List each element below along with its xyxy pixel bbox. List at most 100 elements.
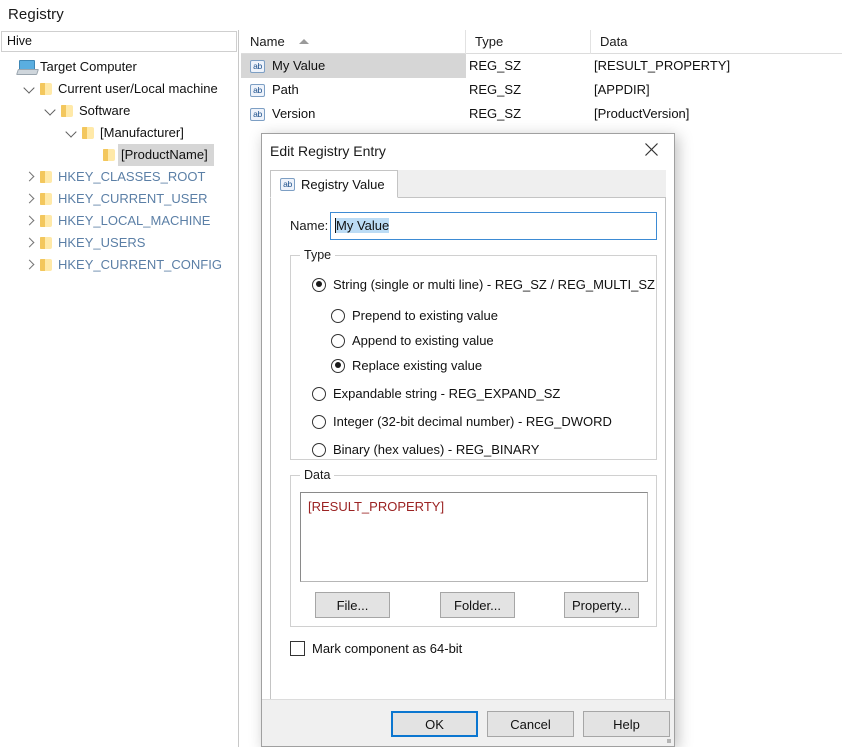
folder-icon bbox=[38, 192, 55, 206]
type-radio-label: Expandable string - REG_EXPAND_SZ bbox=[333, 386, 561, 401]
tree-item[interactable]: HKEY_CLASSES_ROOT bbox=[0, 166, 238, 188]
cancel-button[interactable]: Cancel bbox=[487, 711, 574, 737]
chevron-right-icon[interactable] bbox=[21, 188, 38, 210]
folder-icon bbox=[38, 214, 55, 228]
type-groupbox-title: Type bbox=[300, 248, 336, 262]
cell-name-label: My Value bbox=[272, 58, 326, 73]
folder-button[interactable]: Folder... bbox=[440, 592, 515, 618]
cell-name: ab Path bbox=[241, 78, 466, 102]
chevron-right-icon[interactable] bbox=[21, 232, 38, 254]
radio-unselected-icon bbox=[312, 386, 326, 401]
folder-icon bbox=[59, 104, 76, 118]
dialog-footer: OK Cancel Help bbox=[262, 699, 674, 746]
property-button[interactable]: Property... bbox=[564, 592, 639, 618]
tree-item-label: [Manufacturer] bbox=[100, 125, 184, 140]
tree-item[interactable]: [Manufacturer] bbox=[0, 122, 238, 144]
mark-64bit-checkbox[interactable]: Mark component as 64-bit bbox=[290, 641, 462, 656]
tree-item-label: HKEY_CLASSES_ROOT bbox=[58, 169, 206, 184]
tree-item-label: [ProductName] bbox=[118, 144, 214, 166]
dialog-titlebar: Edit Registry Entry bbox=[262, 134, 674, 170]
data-value-textarea[interactable]: [RESULT_PROPERTY] bbox=[300, 492, 648, 582]
tree-item[interactable]: HKEY_LOCAL_MACHINE bbox=[0, 210, 238, 232]
type-radio-option[interactable]: Integer (32-bit decimal number) - REG_DW… bbox=[312, 414, 612, 429]
type-radio-option[interactable]: Append to existing value bbox=[331, 333, 494, 348]
data-groupbox: Data [RESULT_PROPERTY] File... Folder...… bbox=[290, 468, 657, 627]
type-radio-option[interactable]: String (single or multi line) - REG_SZ /… bbox=[312, 277, 655, 292]
edit-registry-entry-dialog: Edit Registry Entry ab Registry Value Na… bbox=[261, 133, 675, 747]
tab-registry-value-label: Registry Value bbox=[301, 176, 385, 192]
chevron-right-icon[interactable] bbox=[21, 254, 38, 276]
ab-icon: ab bbox=[250, 107, 265, 121]
tree-item[interactable]: [ProductName] bbox=[0, 144, 238, 166]
dialog-body: ab Registry Value Name: My Value Type St… bbox=[262, 170, 674, 711]
table-row[interactable]: ab Path REG_SZ [APPDIR] bbox=[241, 78, 842, 102]
computer-icon bbox=[17, 59, 37, 75]
cell-name-label: Version bbox=[272, 106, 316, 121]
help-button[interactable]: Help bbox=[583, 711, 670, 737]
tree-item-label: Current user/Local machine bbox=[58, 81, 218, 96]
name-input[interactable]: My Value bbox=[330, 212, 657, 240]
ab-icon: ab bbox=[250, 59, 265, 73]
type-radio-label: Prepend to existing value bbox=[352, 308, 498, 323]
resize-grip[interactable] bbox=[667, 739, 671, 743]
tab-registry-value[interactable]: ab Registry Value bbox=[270, 170, 398, 198]
chevron-right-icon[interactable] bbox=[21, 210, 38, 232]
close-icon[interactable] bbox=[629, 134, 674, 164]
radio-selected-icon bbox=[331, 358, 345, 373]
radio-unselected-icon bbox=[312, 414, 326, 429]
mark-64bit-label: Mark component as 64-bit bbox=[312, 641, 463, 656]
type-radio-option[interactable]: Prepend to existing value bbox=[331, 308, 498, 323]
type-radio-label: Integer (32-bit decimal number) - REG_DW… bbox=[333, 414, 612, 429]
registry-page: Registry Hive Target Computer Current use… bbox=[0, 0, 842, 747]
cell-name: ab Version bbox=[241, 102, 466, 126]
ok-button[interactable]: OK bbox=[391, 711, 478, 737]
tree-item-label: HKEY_USERS bbox=[58, 235, 146, 250]
type-radio-option[interactable]: Replace existing value bbox=[331, 358, 482, 373]
type-radio-option[interactable]: Binary (hex values) - REG_BINARY bbox=[312, 442, 539, 457]
table-row[interactable]: ab Version REG_SZ [ProductVersion] bbox=[241, 102, 842, 126]
tree-item[interactable]: HKEY_USERS bbox=[0, 232, 238, 254]
tab-page-registry-value: Name: My Value Type String (single or mu… bbox=[270, 198, 666, 708]
tree-item-label: HKEY_CURRENT_USER bbox=[58, 191, 208, 206]
cell-type: REG_SZ bbox=[469, 82, 522, 97]
column-header-data[interactable]: Data bbox=[591, 30, 842, 54]
chevron-down-icon[interactable] bbox=[42, 100, 59, 122]
chevron-down-icon[interactable] bbox=[63, 122, 80, 144]
column-header-type[interactable]: Type bbox=[466, 30, 591, 54]
type-radio-label: Binary (hex values) - REG_BINARY bbox=[333, 442, 540, 457]
cell-data: [RESULT_PROPERTY] bbox=[594, 58, 731, 73]
cell-name-label: Path bbox=[272, 82, 299, 97]
column-header-name-label: Name bbox=[250, 34, 285, 49]
tree-item[interactable]: HKEY_CURRENT_CONFIG bbox=[0, 254, 238, 276]
column-header-name[interactable]: Name bbox=[241, 30, 466, 54]
tree-item-label: HKEY_LOCAL_MACHINE bbox=[58, 213, 211, 228]
ab-icon: ab bbox=[250, 83, 265, 97]
tree-item[interactable]: Current user/Local machine bbox=[0, 78, 238, 100]
tabstrip: ab Registry Value bbox=[270, 170, 666, 198]
cell-type: REG_SZ bbox=[469, 58, 522, 73]
cell-type: REG_SZ bbox=[469, 106, 522, 121]
tree-item[interactable]: Target Computer bbox=[0, 56, 238, 78]
page-title: Registry bbox=[8, 6, 64, 23]
hive-tree[interactable]: Target Computer Current user/Local machin… bbox=[0, 56, 238, 276]
folder-icon bbox=[38, 236, 55, 250]
tree-item-label: Target Computer bbox=[40, 59, 137, 74]
type-groupbox: Type String (single or multi line) - REG… bbox=[290, 248, 657, 460]
chevron-down-icon[interactable] bbox=[21, 78, 38, 100]
folder-icon bbox=[38, 170, 55, 184]
file-button[interactable]: File... bbox=[315, 592, 390, 618]
type-radio-label: Append to existing value bbox=[352, 333, 494, 348]
hive-column-header: Hive bbox=[1, 31, 237, 52]
name-label: Name: bbox=[290, 218, 329, 233]
tree-item-label: Software bbox=[79, 103, 131, 118]
tree-item[interactable]: Software bbox=[0, 100, 238, 122]
name-row: Name: My Value bbox=[271, 212, 667, 242]
chevron-right-icon[interactable] bbox=[21, 166, 38, 188]
table-row[interactable]: ab My Value REG_SZ [RESULT_PROPERTY] bbox=[241, 54, 842, 78]
name-input-value: My Value bbox=[336, 218, 390, 233]
cell-data: [ProductVersion] bbox=[594, 106, 690, 121]
tree-item[interactable]: HKEY_CURRENT_USER bbox=[0, 188, 238, 210]
listview-header: Name Type Data bbox=[241, 30, 842, 54]
type-radio-option[interactable]: Expandable string - REG_EXPAND_SZ bbox=[312, 386, 560, 401]
